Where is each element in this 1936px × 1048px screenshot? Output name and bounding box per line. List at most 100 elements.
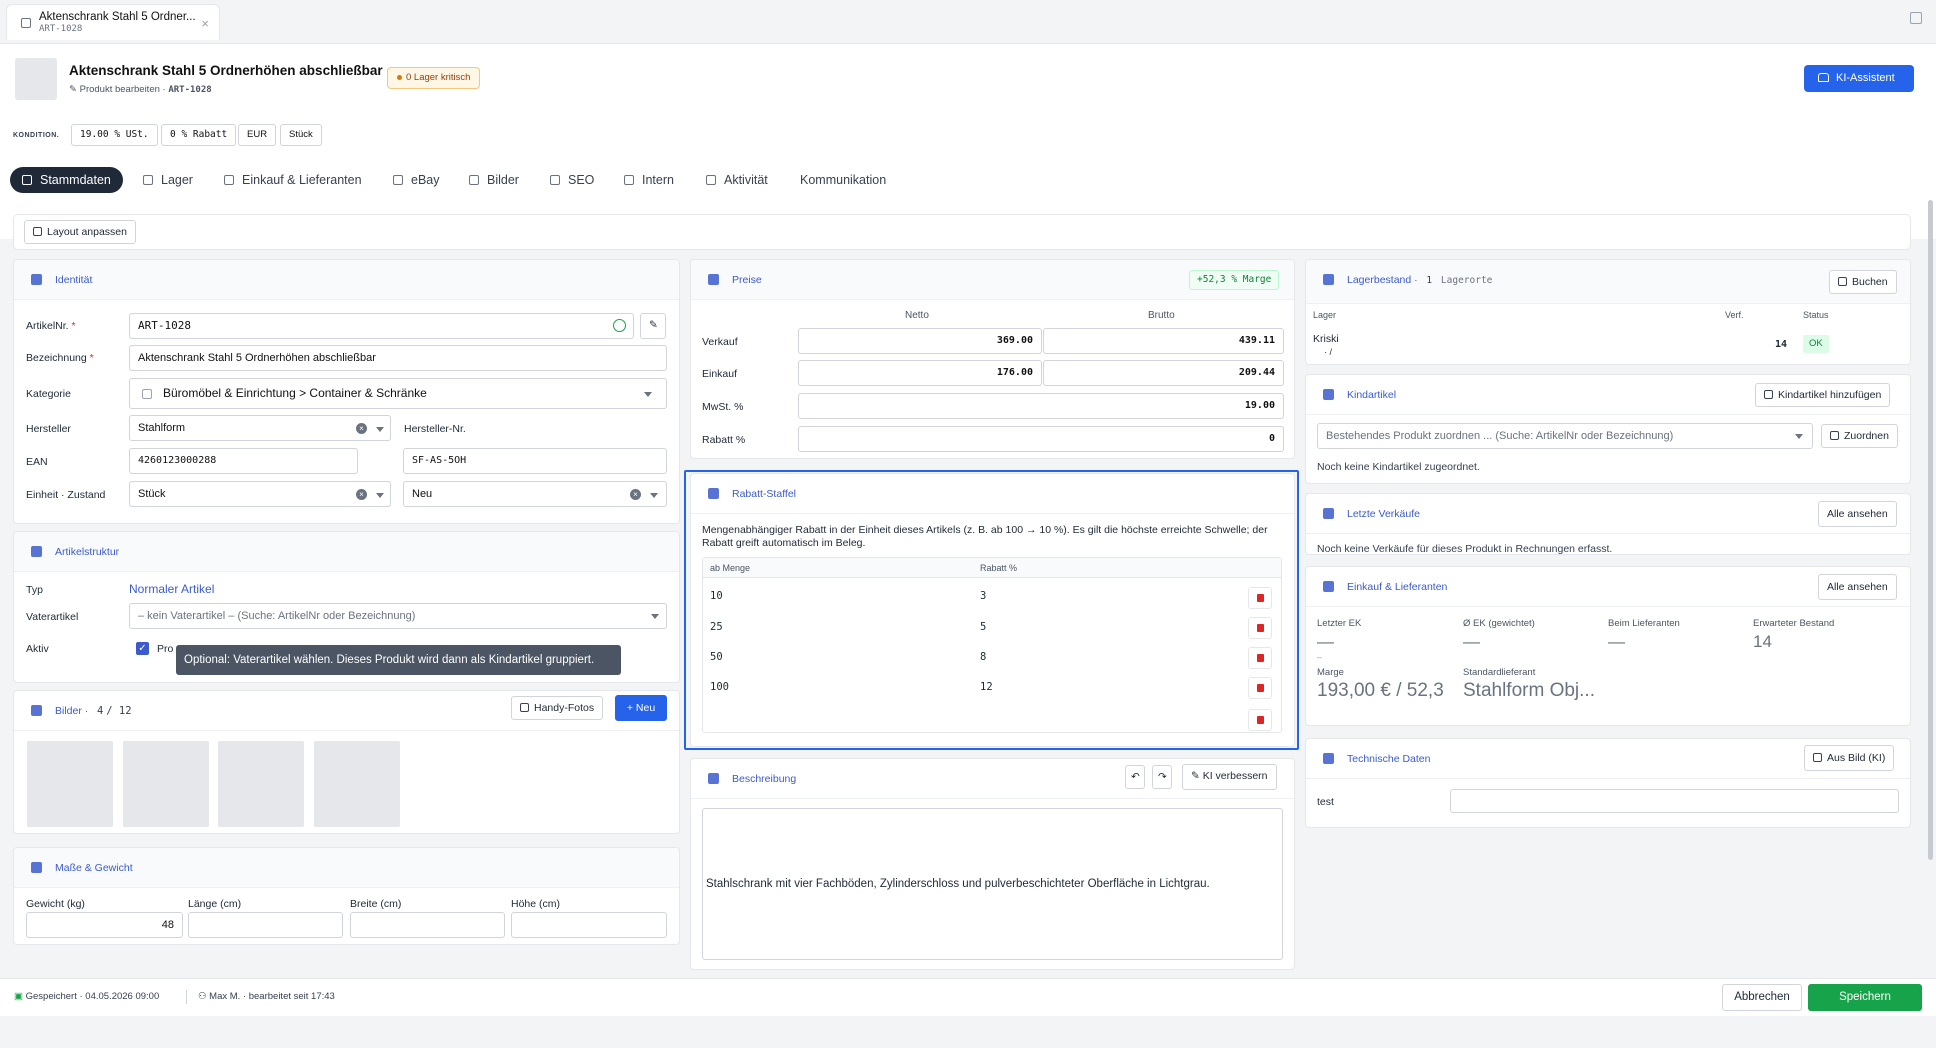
currency-chip[interactable]: EUR xyxy=(238,124,277,146)
type-label: Typ xyxy=(26,584,43,596)
assign-button[interactable]: Zuordnen xyxy=(1821,424,1898,448)
image-ai-label: Aus Bild (KI) xyxy=(1827,752,1886,764)
image-icon xyxy=(469,175,479,185)
redo-button[interactable]: ↷ xyxy=(1152,765,1172,789)
close-icon[interactable]: × xyxy=(201,16,209,31)
image-thumbnail[interactable] xyxy=(314,741,400,827)
tab-intern[interactable]: Intern xyxy=(624,167,674,193)
chevron-down-icon xyxy=(644,392,652,397)
description-editor[interactable]: Stahlschrank mit vier Fachböden, Zylinde… xyxy=(702,808,1283,960)
chevron-down-icon[interactable] xyxy=(650,493,658,498)
width-input[interactable] xyxy=(350,912,505,938)
unit-chip[interactable]: Stück xyxy=(280,124,322,146)
document-tab[interactable]: Aktenschrank Stahl 5 Ordner... ART-1028 … xyxy=(6,4,220,40)
ean-input[interactable]: 4260123000288 xyxy=(129,448,358,474)
layout-button[interactable]: Layout anpassen xyxy=(24,220,136,244)
mfr-no-label: Hersteller-Nr. xyxy=(404,423,466,435)
discount-input[interactable]: 0 xyxy=(798,426,1284,452)
active-checkbox[interactable]: ✓ xyxy=(136,642,149,655)
tech-row-input[interactable] xyxy=(1450,789,1899,813)
book-button[interactable]: Buchen xyxy=(1829,270,1897,294)
child-select[interactable]: Bestehendes Produkt zuordnen ... (Suche:… xyxy=(1317,423,1813,449)
expected-label: Erwarteter Bestand xyxy=(1753,618,1835,629)
artnr-input[interactable]: ART-1028 xyxy=(129,313,634,339)
unit-select[interactable]: Stück xyxy=(129,481,391,507)
phone-photos-button[interactable]: Handy-Fotos xyxy=(511,696,604,720)
stock-available: 14 xyxy=(1775,339,1788,350)
chevron-down-icon[interactable] xyxy=(376,427,384,432)
vat-input[interactable]: 19.00 xyxy=(798,393,1284,419)
tab-bilder[interactable]: Bilder xyxy=(469,167,519,193)
purchase-net-input[interactable]: 176.00 xyxy=(798,360,1042,386)
tab-seo[interactable]: SEO xyxy=(550,167,594,193)
dimensions-title: Maße & Gewicht xyxy=(55,862,133,874)
tab-ebay[interactable]: eBay xyxy=(393,167,440,193)
add-child-button[interactable]: Kindartikel hinzufügen xyxy=(1755,383,1891,407)
book-button-label: Buchen xyxy=(1852,276,1888,288)
ki-improve-button[interactable]: ✎ KI verbessern xyxy=(1182,764,1277,790)
manufacturer-select[interactable]: Stahlform xyxy=(129,415,391,441)
tab-kommunikation[interactable]: Kommunikation xyxy=(800,167,886,193)
gross-header: Brutto xyxy=(1148,310,1175,321)
chevron-down-icon[interactable] xyxy=(1795,434,1803,439)
image-thumbnail[interactable] xyxy=(27,741,113,827)
image-thumbnail[interactable] xyxy=(123,741,209,827)
save-button[interactable]: Speichern xyxy=(1808,984,1922,1011)
selection-outline xyxy=(684,470,1299,750)
chevron-down-icon[interactable] xyxy=(651,614,659,619)
undo-button[interactable]: ↶ xyxy=(1125,765,1145,789)
width-label: Breite (cm) xyxy=(350,898,402,910)
default-supplier-value[interactable]: Stahlform Obj... xyxy=(1463,680,1595,702)
name-input[interactable]: Aktenschrank Stahl 5 Ordnerhöhen abschli… xyxy=(129,345,667,371)
tab-label: Lager xyxy=(161,173,193,187)
tech-title: Technische Daten xyxy=(1347,753,1431,765)
tab-aktivitaet[interactable]: Aktivität xyxy=(706,167,768,193)
ean-label: EAN xyxy=(26,456,48,468)
tab-lager[interactable]: Lager xyxy=(143,167,193,193)
category-select[interactable]: Büromöbel & Einrichtung > Container & Sc… xyxy=(129,378,667,409)
stock-status-text: 0 Lager kritisch xyxy=(406,72,471,83)
clear-icon[interactable]: × xyxy=(356,489,367,500)
stock-count: 1 xyxy=(1426,275,1433,286)
tab-einkauf[interactable]: Einkauf & Lieferanten xyxy=(224,167,362,193)
condition-select[interactable]: Neu xyxy=(403,481,667,507)
avg-ek-label: Ø EK (gewichtet) xyxy=(1463,618,1535,629)
length-input[interactable] xyxy=(188,912,343,938)
weight-input[interactable]: 48 xyxy=(26,912,183,938)
sale-net-input[interactable]: 369.00 xyxy=(798,328,1042,354)
height-input[interactable] xyxy=(511,912,667,938)
phone-icon xyxy=(520,703,529,712)
image-thumbnail[interactable] xyxy=(218,741,304,827)
mfr-no-input[interactable]: SF-AS-5OH xyxy=(403,448,667,474)
clear-icon[interactable]: × xyxy=(356,423,367,434)
cancel-button[interactable]: Abbrechen xyxy=(1722,984,1802,1011)
vat-chip[interactable]: 19.00 % USt. xyxy=(71,124,158,146)
sales-all-button[interactable]: Alle ansehen xyxy=(1818,501,1897,527)
last-ek-label: Letzter EK xyxy=(1317,618,1362,629)
type-value[interactable]: Normaler Artikel xyxy=(129,582,214,596)
discount-chip[interactable]: 0 % Rabatt xyxy=(161,124,237,146)
new-image-button[interactable]: + Neu xyxy=(615,695,667,721)
col-status: Status xyxy=(1803,310,1829,320)
image-ai-button[interactable]: Aus Bild (KI) xyxy=(1804,745,1895,771)
gear-icon xyxy=(1323,753,1334,764)
stock-title-text: Lagerbestand · xyxy=(1347,274,1418,286)
children-empty: Noch keine Kindartikel zugeordnet. xyxy=(1317,461,1480,473)
purchase-all-button[interactable]: Alle ansehen xyxy=(1818,574,1897,600)
supplier-stock-label: Beim Lieferanten xyxy=(1608,618,1680,629)
window-icon[interactable] xyxy=(1910,12,1922,24)
scrollbar[interactable] xyxy=(1928,200,1933,860)
ki-assistant-button[interactable]: KI-Assistent xyxy=(1804,65,1914,92)
chevron-down-icon[interactable] xyxy=(376,493,384,498)
tab-stammdaten[interactable]: Stammdaten xyxy=(10,167,123,193)
tab-label: Aktivität xyxy=(724,173,768,187)
identity-header: Identität xyxy=(14,260,679,300)
clear-icon[interactable]: × xyxy=(630,489,641,500)
parent-select[interactable]: – kein Vaterartikel – (Suche: ArtikelNr … xyxy=(129,603,667,629)
sales-empty: Noch keine Verkäufe für dieses Produkt i… xyxy=(1317,543,1613,555)
stock-title: Lagerbestand · 1 Lagerorte xyxy=(1347,274,1492,286)
sale-gross-input[interactable]: 439.11 xyxy=(1043,328,1284,354)
purchase-gross-input[interactable]: 209.44 xyxy=(1043,360,1284,386)
avg-ek-value: — xyxy=(1463,632,1480,651)
generate-artnr-button[interactable]: ✎ xyxy=(640,313,666,339)
